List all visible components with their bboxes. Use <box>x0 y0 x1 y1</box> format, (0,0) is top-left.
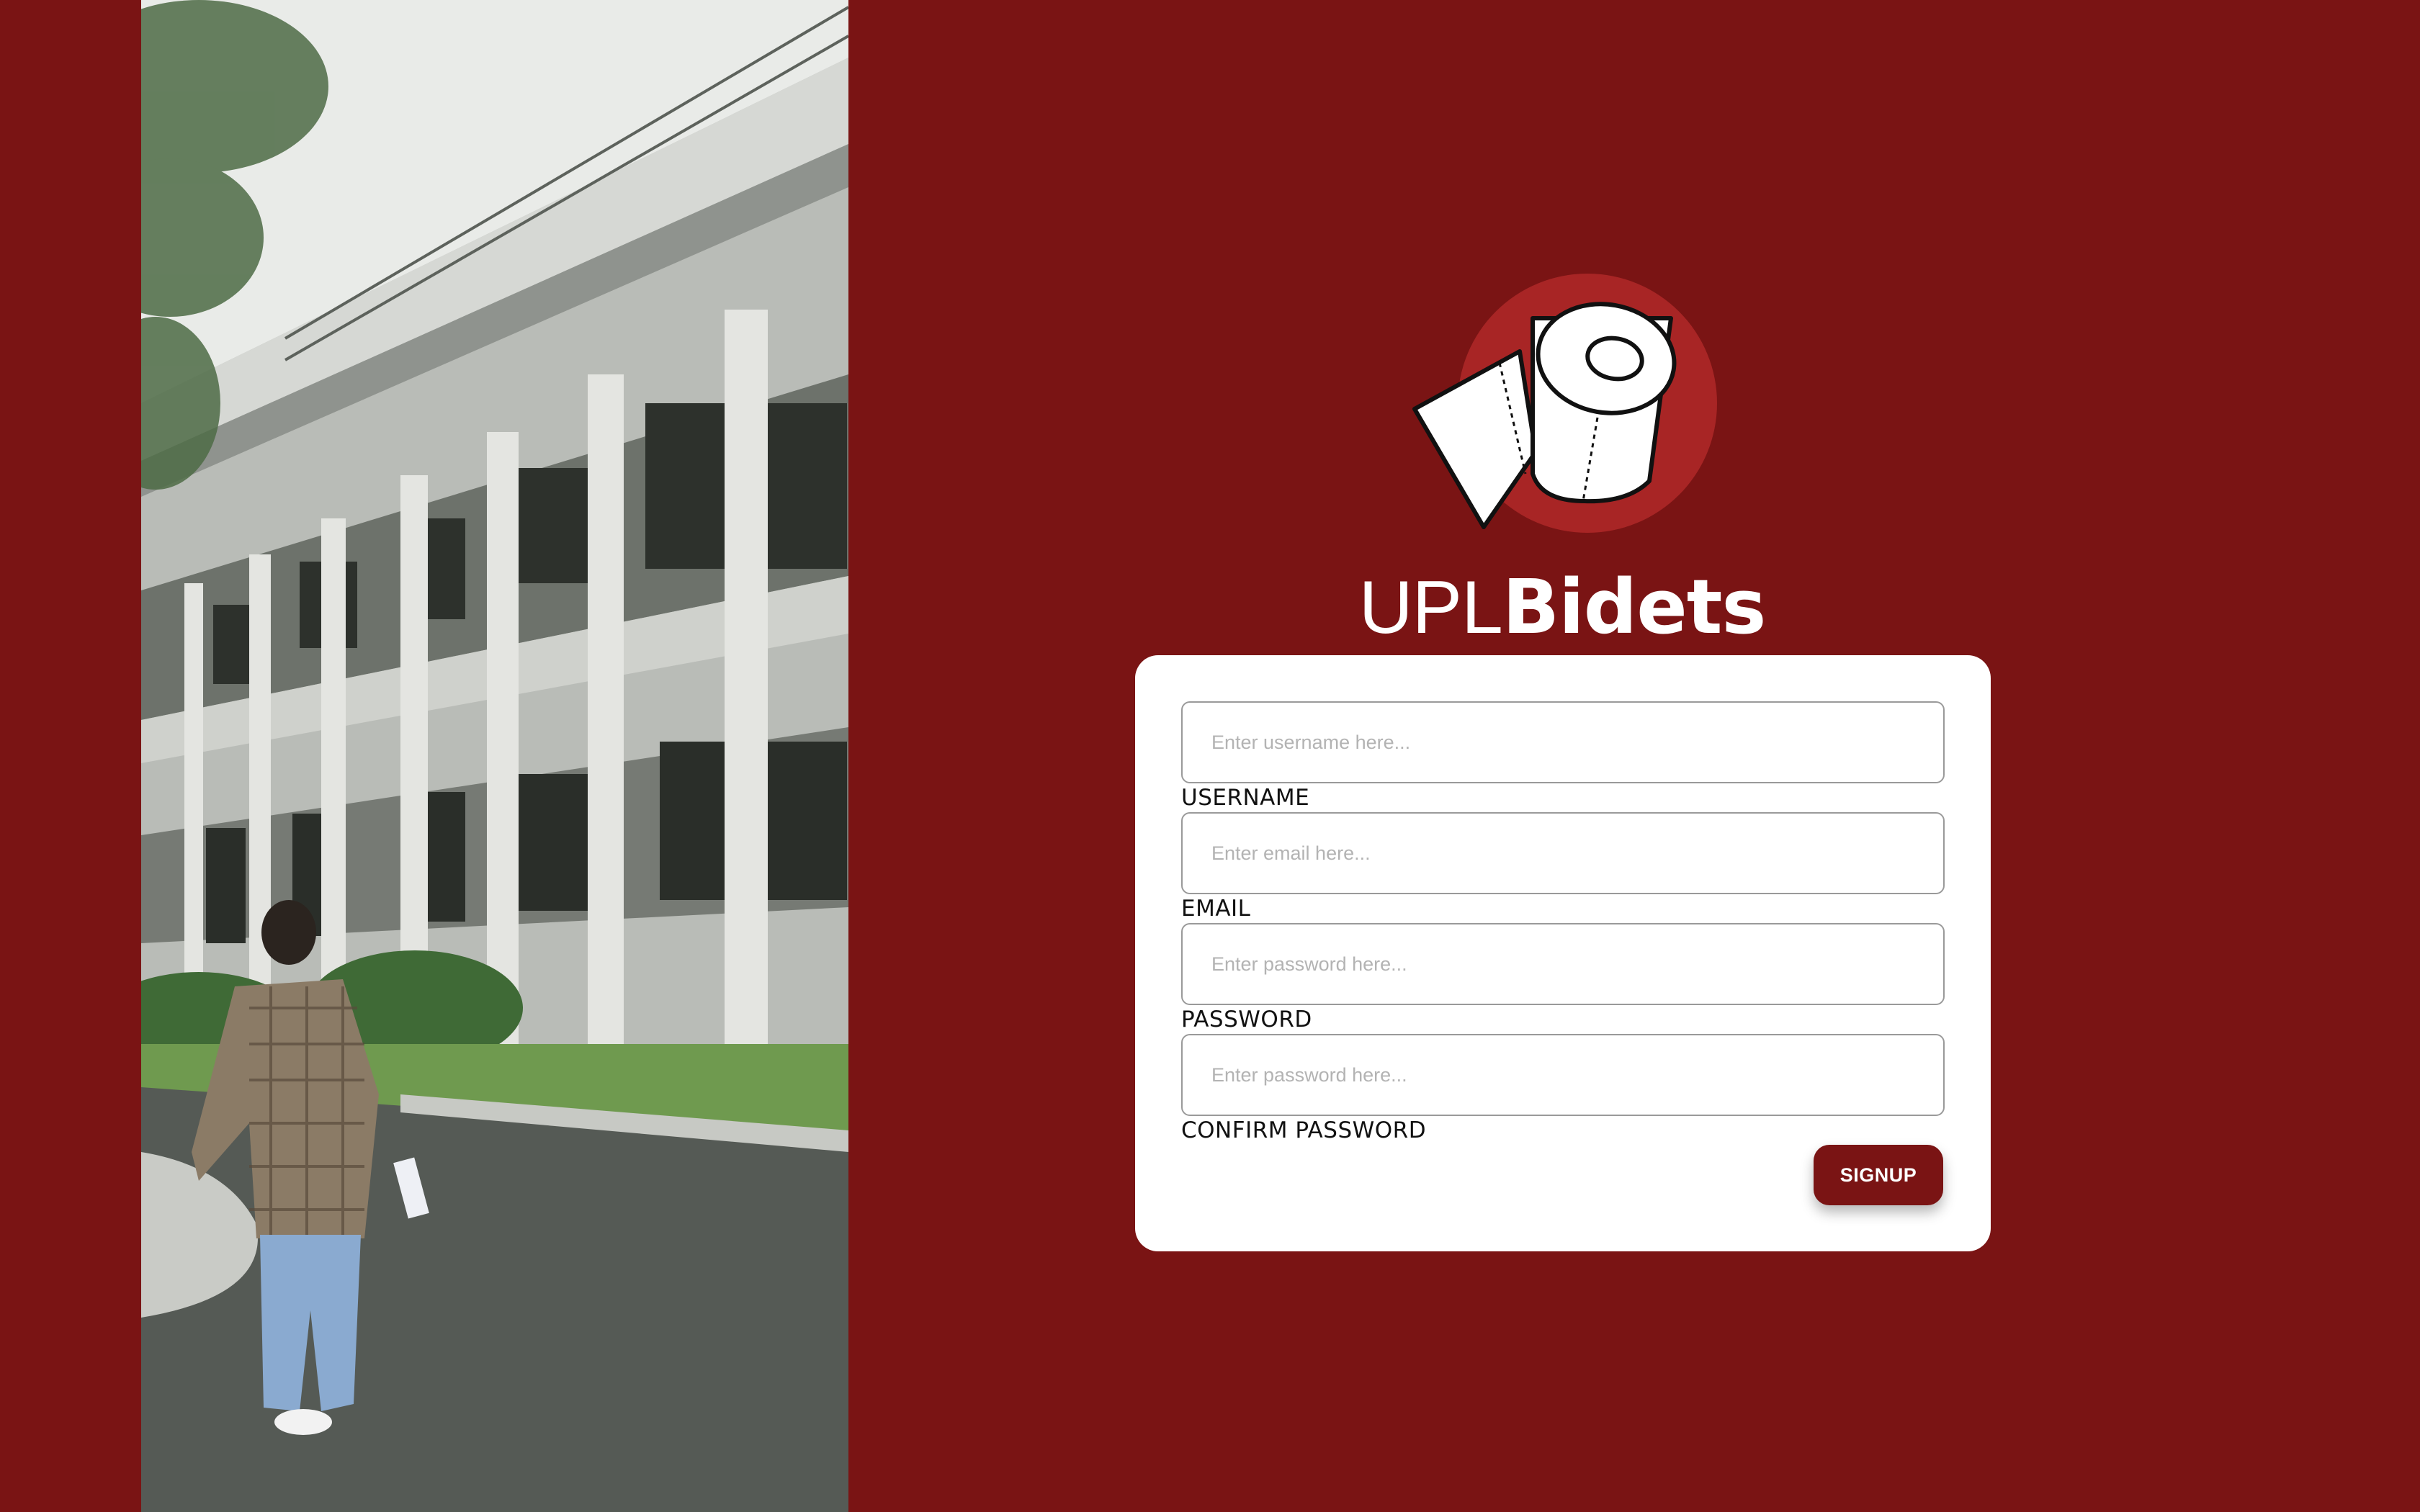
signup-page: UPLBidets USERNAME EMAIL PASSWORD CONFIR… <box>0 0 2420 1512</box>
brand-logo <box>1412 272 1726 536</box>
email-input[interactable] <box>1181 812 1945 894</box>
brand-prefix: UPL <box>1358 566 1503 649</box>
username-label: USERNAME <box>1181 785 1310 811</box>
email-field-group: EMAIL <box>1181 812 1945 923</box>
confirm-password-field-group: CONFIRM PASSWORD <box>1181 1034 1945 1145</box>
email-label: EMAIL <box>1181 896 1251 922</box>
campus-photo <box>141 0 848 1512</box>
signup-form: USERNAME EMAIL PASSWORD CONFIRM PASSWORD… <box>1135 655 1991 1251</box>
password-label: PASSWORD <box>1181 1007 1312 1032</box>
campus-building-image <box>141 0 848 1512</box>
toilet-paper-roll-icon <box>1412 274 1717 533</box>
username-field-group: USERNAME <box>1181 701 1945 812</box>
confirm-password-input[interactable] <box>1181 1034 1945 1116</box>
password-field-group: PASSWORD <box>1181 923 1945 1034</box>
brand-wordmark: UPLBidets <box>1135 560 1989 654</box>
signup-button[interactable]: SIGNUP <box>1814 1145 1943 1205</box>
confirm-password-label: CONFIRM PASSWORD <box>1181 1117 1427 1143</box>
password-input[interactable] <box>1181 923 1945 1005</box>
brand-name: Bidets <box>1502 563 1767 651</box>
username-input[interactable] <box>1181 701 1945 783</box>
